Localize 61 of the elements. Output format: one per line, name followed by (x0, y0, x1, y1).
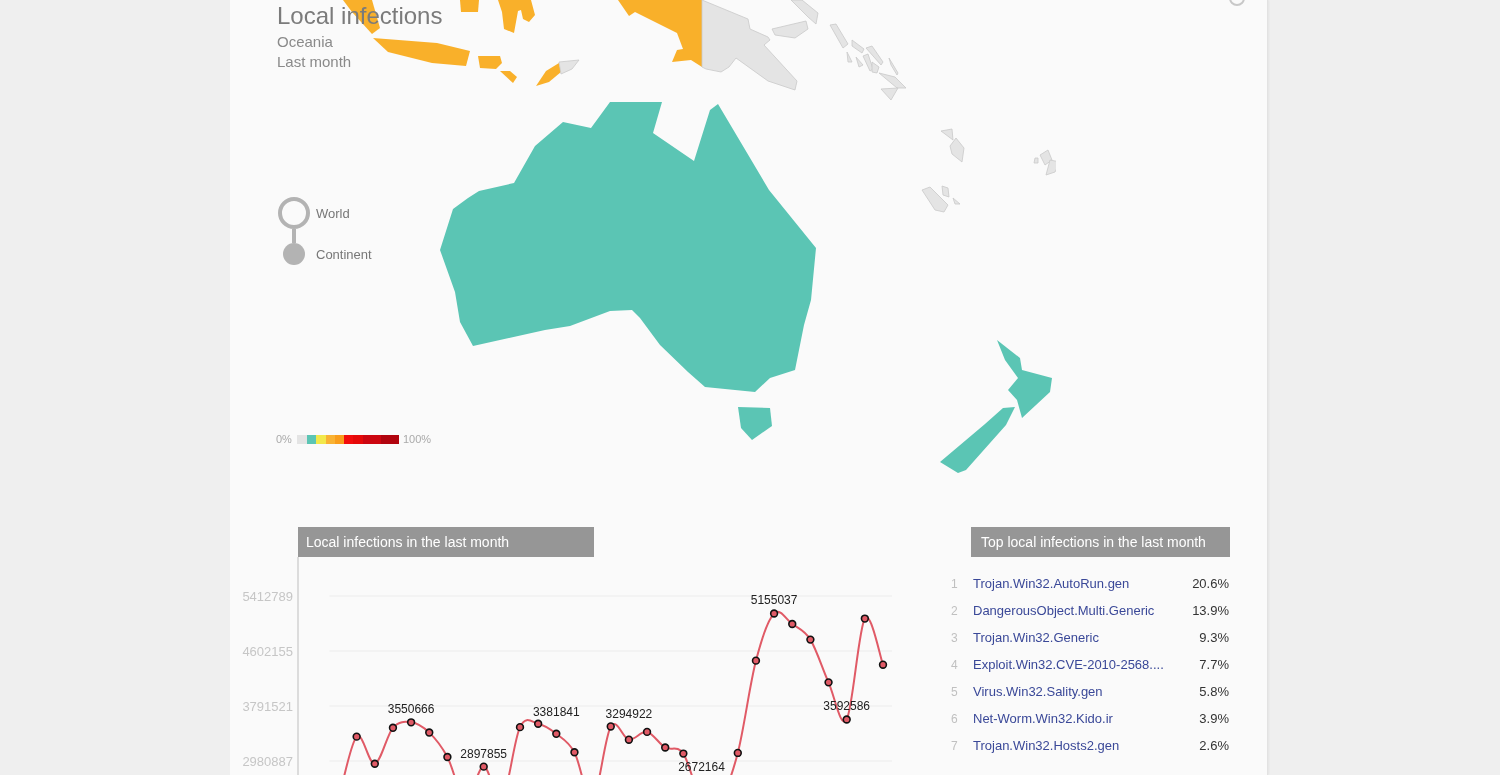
data-point (842, 715, 851, 724)
data-point (425, 728, 434, 737)
data-point (788, 619, 797, 629)
period-label: Last month (277, 52, 353, 72)
share-percent: 20.6% (1192, 576, 1230, 591)
data-point (769, 609, 779, 618)
data-point (388, 723, 398, 732)
infection-link[interactable]: Net-Worm.Win32.Kido.ir (973, 711, 1113, 726)
scale-max-label: 100% (402, 432, 432, 446)
data-point (624, 735, 634, 744)
infection-link[interactable]: Trojan.Win32.Generic (973, 630, 1099, 645)
rank-number: 7 (950, 738, 959, 753)
data-point (878, 660, 888, 669)
rank-number: 2 (950, 603, 959, 618)
data-point (552, 729, 561, 738)
infection-link[interactable]: Trojan.Win32.Hosts2.gen (973, 738, 1120, 753)
data-point (479, 762, 488, 771)
data-point (533, 719, 543, 728)
list-title: Top local infections in the last month (971, 527, 1230, 557)
infection-link[interactable]: Virus.Win32.Sality.gen (973, 684, 1103, 699)
data-point (860, 614, 870, 623)
data-point (733, 748, 742, 758)
value-label: 3294922 (605, 707, 653, 722)
data-point (806, 635, 815, 644)
value-label: 3381841 (532, 704, 580, 719)
share-percent: 3.9% (1199, 711, 1230, 726)
rank-number: 4 (950, 657, 959, 672)
infection-link[interactable]: DangerousObject.Multi.Generic (973, 603, 1155, 618)
data-point (570, 748, 579, 757)
infection-link[interactable]: Trojan.Win32.AutoRun.gen (973, 576, 1130, 591)
chart-title: Local infections in the last month (298, 527, 594, 557)
data-point (661, 743, 670, 752)
data-point (352, 732, 361, 741)
rank-number: 3 (950, 630, 959, 645)
view-option[interactable]: World (278, 197, 372, 229)
ring-icon[interactable] (1228, 0, 1246, 6)
share-percent: 9.3% (1199, 630, 1230, 645)
data-point (443, 752, 452, 762)
data-point (751, 656, 761, 665)
data-point (679, 749, 688, 758)
data-point (370, 759, 379, 768)
data-point (406, 718, 416, 727)
data-point (606, 722, 615, 731)
share-percent: 2.6% (1199, 738, 1230, 753)
share-percent: 5.8% (1199, 684, 1230, 699)
value-label: 3550666 (387, 702, 435, 717)
view-option[interactable]: Continent (278, 243, 372, 265)
data-point (642, 727, 652, 737)
scale-min-label: 0% (276, 432, 292, 446)
infection-link[interactable]: Exploit.Win32.CVE-2010-2568.... (973, 657, 1164, 672)
region-label: Oceania (277, 32, 334, 52)
value-label: 5155037 (750, 593, 798, 608)
rank-number: 5 (950, 684, 959, 699)
data-point (824, 678, 833, 687)
data-point (515, 722, 525, 732)
rank-number: 6 (950, 711, 959, 726)
color-scale-icon (296, 434, 399, 444)
share-percent: 13.9% (1192, 603, 1230, 618)
share-percent: 7.7% (1199, 657, 1230, 672)
value-label: 2897855 (460, 746, 508, 761)
rank-number: 1 (950, 576, 959, 591)
